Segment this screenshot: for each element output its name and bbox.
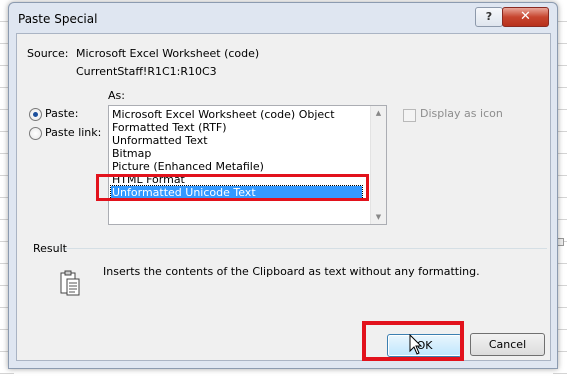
paste-as-listbox[interactable]: Microsoft Excel Worksheet (code) Object …	[108, 105, 387, 225]
listbox-scrollbar[interactable]: ▲ ▼	[370, 106, 386, 224]
close-button[interactable]: ✕	[502, 7, 549, 27]
paste-link-radio[interactable]	[29, 127, 42, 140]
paste-link-radio-label[interactable]: Paste link:	[45, 126, 101, 139]
scroll-down-arrow-icon[interactable]: ▼	[371, 210, 386, 224]
as-label: As:	[108, 89, 125, 102]
list-item[interactable]: Picture (Enhanced Metafile)	[112, 160, 264, 173]
mouse-cursor-icon	[409, 334, 423, 355]
scroll-up-arrow-icon[interactable]: ▲	[371, 106, 386, 120]
cancel-button[interactable]: Cancel	[470, 333, 545, 356]
paste-radio[interactable]	[29, 108, 42, 121]
display-as-icon-label: Display as icon	[420, 107, 503, 120]
result-description: Inserts the contents of the Clipboard as…	[103, 265, 480, 278]
help-button[interactable]: ?	[475, 7, 503, 27]
clipboard-icon	[60, 270, 80, 296]
result-label: Result	[33, 242, 67, 255]
display-as-icon-checkbox[interactable]	[403, 109, 416, 122]
paste-radio-label[interactable]: Paste:	[45, 107, 78, 120]
list-item[interactable]: Microsoft Excel Worksheet (code) Object	[112, 108, 335, 121]
source-label: Source:	[27, 47, 69, 60]
source-value: Microsoft Excel Worksheet (code)	[76, 47, 260, 60]
dialog-title: Paste Special	[18, 12, 98, 26]
source-range: CurrentStaff!R1C1:R10C3	[76, 65, 217, 78]
list-item[interactable]: Bitmap	[112, 147, 151, 160]
list-item[interactable]: Unformatted Text	[112, 134, 208, 147]
list-item[interactable]: Formatted Text (RTF)	[112, 121, 227, 134]
highlight-box-list-item	[96, 174, 369, 201]
result-divider	[59, 248, 547, 249]
